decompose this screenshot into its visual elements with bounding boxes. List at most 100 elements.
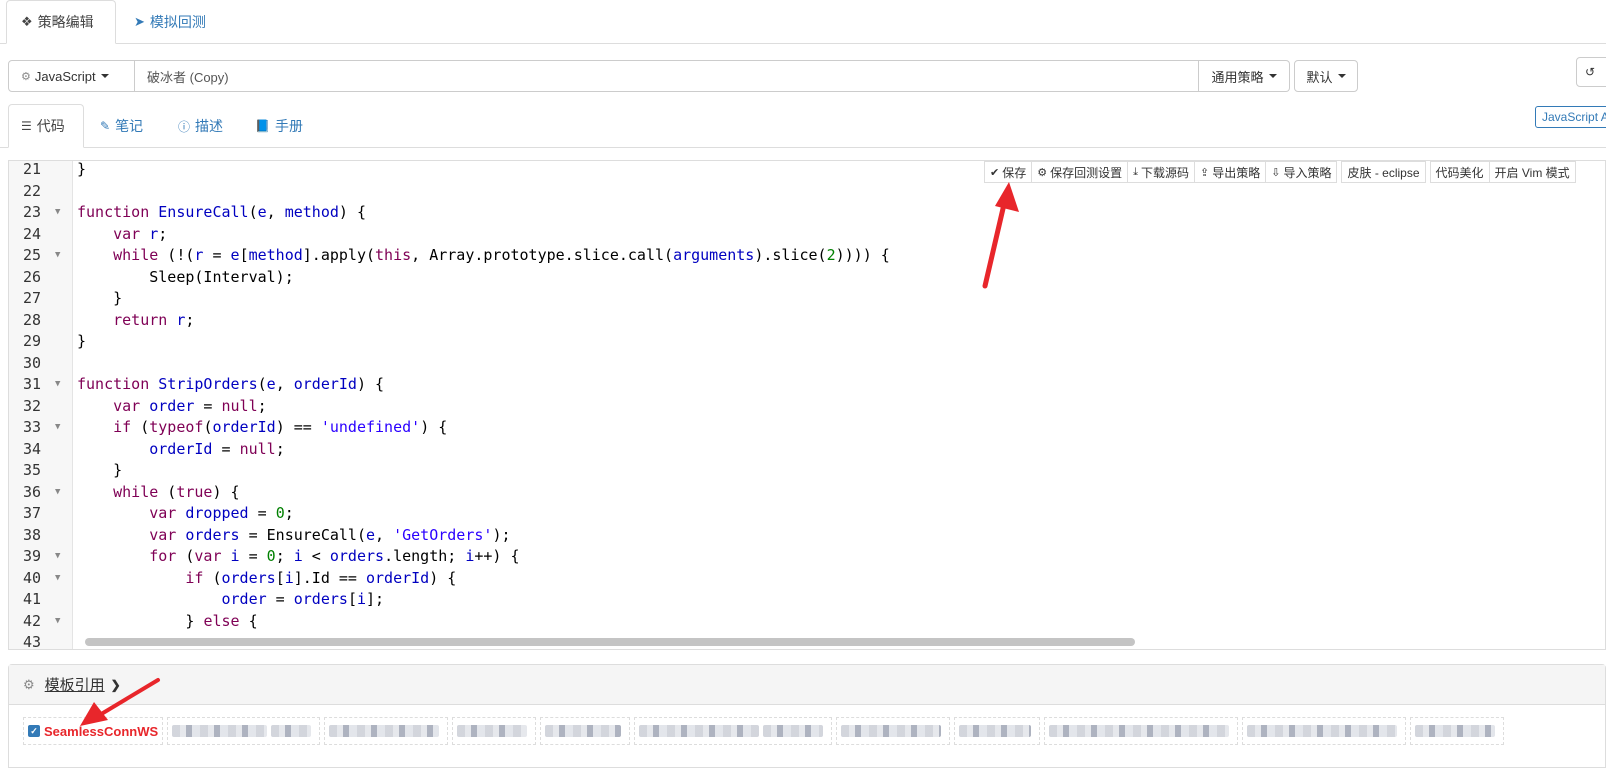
scrollbar-thumb[interactable] bbox=[85, 638, 1135, 646]
line-number: 41 bbox=[23, 590, 42, 608]
blurred-template-name bbox=[1415, 725, 1496, 737]
code-line[interactable]: function EnsureCall(e, method) { bbox=[73, 202, 1605, 224]
editor-toolbar: ✔ 保存 ⚙ 保存回测设置 ⤓ 下载源码 ⇪ 导出策略 ⇩ 导入策略 皮肤 - eclipse 代码美… bbox=[984, 161, 1576, 183]
editor-tab-bar: ☰ 代码 ✎ 笔记 ⓘ 描述 📘 手册 bbox=[0, 104, 1606, 148]
code-line[interactable]: var order = null; bbox=[73, 396, 1605, 418]
code-line-text: while (!(r = e[method].apply(this, Array… bbox=[113, 246, 890, 264]
code-line-text: order = orders[i]; bbox=[221, 590, 385, 608]
api-doc-badge[interactable]: JavaScript A bbox=[1535, 106, 1606, 128]
code-line-text: } bbox=[77, 289, 123, 307]
toolbar-button[interactable]: 皮肤 - eclipse bbox=[1341, 161, 1426, 183]
strategy-name-input[interactable]: 破冰者 (Copy) bbox=[135, 60, 1199, 92]
tab-code-label: 代码 bbox=[36, 118, 65, 134]
code-line[interactable] bbox=[73, 353, 1605, 375]
code-line[interactable]: var r; bbox=[73, 224, 1605, 246]
fold-arrow-icon[interactable]: ▼ bbox=[55, 482, 60, 504]
refresh-button[interactable]: ↺ bbox=[1576, 57, 1606, 87]
code-line[interactable]: } else { bbox=[73, 611, 1605, 633]
template-item[interactable] bbox=[324, 717, 449, 745]
code-line[interactable]: for (var i = 0; i < orders.length; i++) … bbox=[73, 546, 1605, 568]
default-dropdown[interactable]: 默认 bbox=[1294, 60, 1358, 92]
code-line-text: } bbox=[77, 332, 87, 350]
code-line[interactable] bbox=[73, 181, 1605, 203]
template-item[interactable] bbox=[452, 717, 537, 745]
tab-strategy-edit[interactable]: ❖ 策略编辑 bbox=[6, 0, 116, 44]
caret-down-icon bbox=[1268, 74, 1277, 78]
checkbox-checked[interactable]: ✓ bbox=[28, 725, 40, 737]
rocket-icon: ➤ bbox=[134, 14, 145, 29]
code-line-text: var orders = EnsureCall(e, 'GetOrders'); bbox=[149, 525, 511, 544]
code-line[interactable]: } bbox=[73, 288, 1605, 310]
code-line-text: function StripOrders(e, orderId) { bbox=[77, 375, 385, 393]
cubes-icon: ❖ bbox=[21, 14, 33, 29]
line-number: 40 ▼ bbox=[9, 568, 71, 590]
strategy-type-dropdown[interactable]: 通用策略 bbox=[1199, 60, 1290, 92]
tab-description[interactable]: ⓘ 描述 bbox=[178, 104, 223, 148]
fold-arrow-icon[interactable]: ▼ bbox=[55, 245, 60, 267]
code-line[interactable]: var dropped = 0; bbox=[73, 503, 1605, 525]
code-line[interactable]: order = orders[i]; bbox=[73, 589, 1605, 611]
blurred-template-name bbox=[841, 725, 942, 737]
template-item[interactable] bbox=[167, 717, 321, 745]
code-line[interactable]: if (typeof(orderId) == 'undefined') { bbox=[73, 417, 1605, 439]
code-line[interactable]: function StripOrders(e, orderId) { bbox=[73, 374, 1605, 396]
toolbar-button[interactable]: 代码美化 bbox=[1429, 161, 1490, 183]
template-item[interactable] bbox=[954, 717, 1041, 745]
toolbar-button[interactable]: ⤓ 下载源码 bbox=[1127, 161, 1196, 183]
template-item[interactable] bbox=[836, 717, 951, 745]
horizontal-scrollbar[interactable] bbox=[73, 633, 1605, 649]
code-line[interactable]: } bbox=[73, 331, 1605, 353]
toolbar-button-label: 皮肤 - eclipse bbox=[1347, 165, 1420, 180]
line-number: 25 ▼ bbox=[9, 245, 71, 267]
toolbar-button[interactable]: 开启 Vim 模式 bbox=[1488, 161, 1576, 183]
blurred-template-name bbox=[172, 725, 268, 737]
toolbar-button[interactable]: ⇪ 导出策略 bbox=[1194, 161, 1267, 183]
language-label: JavaScript bbox=[34, 68, 96, 84]
import-icon: ⇩ bbox=[1271, 166, 1281, 179]
code-editor[interactable]: 21 22 23 ▼ 24 25 ▼ 26 27 28 29 30 31 ▼ 32 33 ▼ 34 35 36 ▼ 37 3… bbox=[8, 160, 1606, 650]
fold-arrow-icon[interactable]: ▼ bbox=[55, 417, 60, 439]
code-line[interactable]: if (orders[i].Id == orderId) { bbox=[73, 568, 1605, 590]
fold-arrow-icon[interactable]: ▼ bbox=[55, 374, 60, 396]
blurred-template-name bbox=[1049, 725, 1230, 737]
caret-down-icon bbox=[1337, 74, 1346, 78]
fold-arrow-icon[interactable]: ▼ bbox=[55, 611, 60, 633]
tab-code[interactable]: ☰ 代码 bbox=[8, 104, 84, 148]
line-number: 26 bbox=[23, 267, 42, 286]
language-dropdown[interactable]: ⚙ JavaScript bbox=[8, 60, 135, 92]
tab-simulate-backtest[interactable]: ➤ 模拟回测 bbox=[120, 0, 220, 44]
template-item[interactable] bbox=[1044, 717, 1239, 745]
template-item[interactable] bbox=[540, 717, 631, 745]
template-item-checked[interactable]: ✓ SeamlessConnWS bbox=[23, 717, 164, 745]
code-line[interactable]: while (!(r = e[method].apply(this, Array… bbox=[73, 245, 1605, 267]
toolbar-button[interactable]: ⚙ 保存回测设置 bbox=[1031, 161, 1129, 183]
toolbar-button[interactable]: ✔ 保存 bbox=[984, 161, 1033, 183]
code-line[interactable]: return r; bbox=[73, 310, 1605, 332]
code-line-text: var dropped = 0; bbox=[149, 504, 294, 522]
code-line[interactable]: var orders = EnsureCall(e, 'GetOrders'); bbox=[73, 525, 1605, 547]
template-item[interactable] bbox=[634, 717, 833, 745]
template-panel-header[interactable]: ⚙ 模板引用 ❯ bbox=[9, 665, 1605, 705]
gear-icon: ⚙ bbox=[1037, 166, 1048, 179]
export-icon: ⇪ bbox=[1200, 166, 1210, 179]
fold-arrow-icon[interactable]: ▼ bbox=[55, 546, 60, 568]
template-item[interactable] bbox=[1242, 717, 1407, 745]
code-line[interactable]: Sleep(Interval); bbox=[73, 267, 1605, 289]
code-line[interactable]: } bbox=[73, 460, 1605, 482]
code-line-text: while (true) { bbox=[113, 482, 240, 501]
code-line[interactable]: while (true) { bbox=[73, 482, 1605, 504]
tab-notes[interactable]: ✎ 笔记 bbox=[100, 104, 143, 148]
code-line[interactable]: orderId = null; bbox=[73, 439, 1605, 461]
toolbar-button[interactable]: ⇩ 导入策略 bbox=[1265, 161, 1338, 183]
tab-notes-label: 笔记 bbox=[115, 118, 144, 134]
code-line-text: } bbox=[77, 160, 87, 178]
code-line-text: } else { bbox=[77, 611, 258, 630]
blurred-template-name bbox=[639, 725, 760, 737]
code-area[interactable]: } function EnsureCall(e, method) { var r;… bbox=[73, 160, 1605, 649]
tab-manual[interactable]: 📘 手册 bbox=[255, 104, 303, 148]
template-item[interactable] bbox=[1410, 717, 1505, 745]
fold-arrow-icon[interactable]: ▼ bbox=[55, 202, 60, 224]
line-number: 35 bbox=[23, 461, 42, 479]
chevron-down-icon: ❯ bbox=[110, 677, 121, 692]
fold-arrow-icon[interactable]: ▼ bbox=[55, 568, 60, 590]
